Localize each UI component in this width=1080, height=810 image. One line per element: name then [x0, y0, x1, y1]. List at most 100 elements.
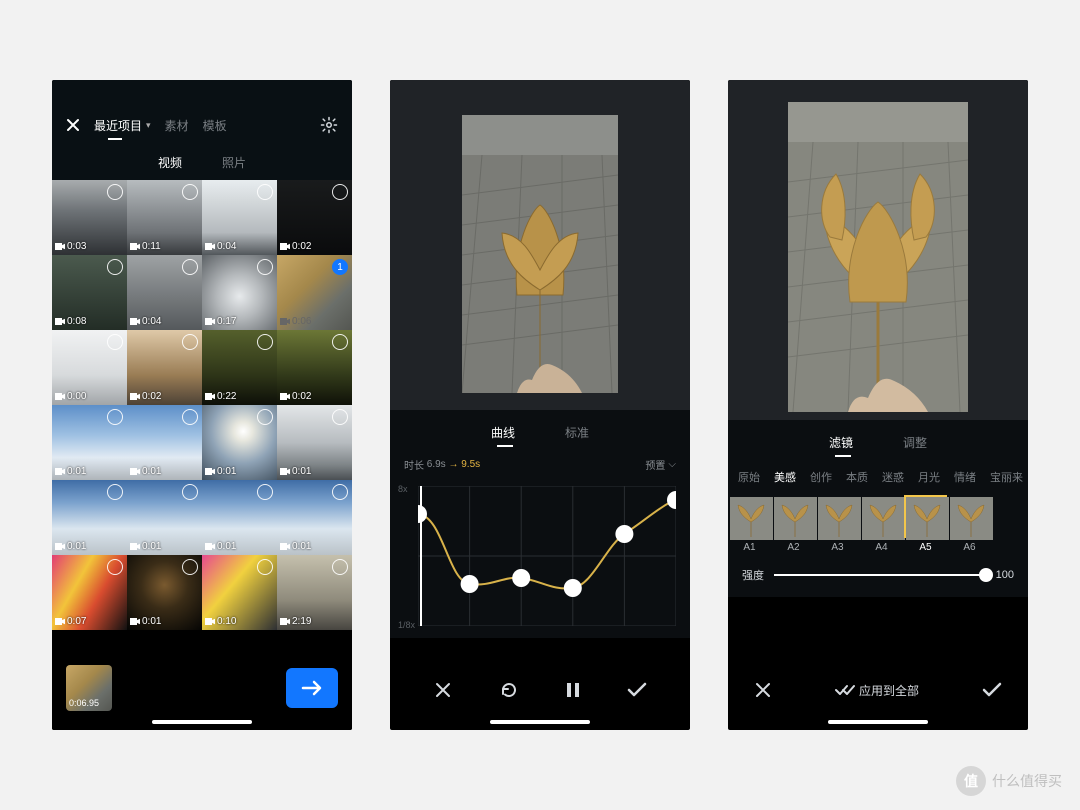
media-cell[interactable]: 0:03: [52, 180, 127, 255]
filter-item[interactable]: A4: [860, 495, 903, 553]
selection-ring[interactable]: [107, 184, 123, 200]
confirm-button[interactable]: [627, 682, 647, 698]
media-cell[interactable]: 2:19: [277, 555, 352, 630]
duration-label: 0:01: [130, 616, 161, 627]
filter-item[interactable]: A2: [772, 495, 815, 553]
selection-ring[interactable]: [332, 409, 348, 425]
media-cell[interactable]: 0:07: [52, 555, 127, 630]
tab-assets[interactable]: 素材: [165, 117, 189, 134]
selection-ring[interactable]: [332, 334, 348, 350]
media-cell[interactable]: 0:00: [52, 330, 127, 405]
selection-ring[interactable]: [182, 484, 198, 500]
filter-category[interactable]: 本质: [846, 469, 868, 485]
intensity-slider[interactable]: [774, 574, 986, 576]
home-indicator: [490, 720, 590, 724]
preset-dropdown[interactable]: 预置 ⌵: [645, 457, 676, 472]
close-icon[interactable]: [66, 118, 80, 132]
selection-ring[interactable]: [107, 484, 123, 500]
media-cell[interactable]: 0:08: [52, 255, 127, 330]
media-cell[interactable]: 0:02: [277, 180, 352, 255]
filter-category[interactable]: 情绪: [954, 469, 976, 485]
media-cell[interactable]: 0:01: [202, 480, 277, 555]
media-cell[interactable]: 0:11: [127, 180, 202, 255]
media-cell[interactable]: 0:01: [127, 405, 202, 480]
media-cell[interactable]: 0:04: [127, 255, 202, 330]
filter-category[interactable]: 月光: [918, 469, 940, 485]
clip-preview[interactable]: [788, 102, 968, 412]
media-cell[interactable]: 0:01: [277, 480, 352, 555]
selection-ring[interactable]: [257, 184, 273, 200]
reset-button[interactable]: [499, 680, 519, 700]
duration-label: 0:01: [280, 466, 311, 477]
media-cell[interactable]: 0:02: [277, 330, 352, 405]
selection-ring[interactable]: [107, 409, 123, 425]
pause-button[interactable]: [566, 682, 580, 698]
media-cell[interactable]: 0:17: [202, 255, 277, 330]
gear-icon[interactable]: [320, 116, 338, 134]
confirm-button[interactable]: [982, 682, 1002, 698]
selection-ring[interactable]: [257, 334, 273, 350]
selection-ring[interactable]: [182, 334, 198, 350]
media-cell[interactable]: 10:06: [277, 255, 352, 330]
media-cell[interactable]: 0:02: [127, 330, 202, 405]
media-cell[interactable]: 0:22: [202, 330, 277, 405]
speed-curve-chart[interactable]: 8x 1/8x: [390, 478, 690, 638]
filter-item[interactable]: A6: [948, 495, 991, 553]
selection-ring[interactable]: [257, 409, 273, 425]
tab-adjust[interactable]: 调整: [903, 434, 927, 451]
media-cell[interactable]: 0:01: [277, 405, 352, 480]
tab-filter[interactable]: 滤镜: [829, 434, 853, 451]
selection-ring[interactable]: [257, 259, 273, 275]
selection-ring[interactable]: [182, 184, 198, 200]
duration-label: 0:07: [55, 616, 86, 627]
media-cell[interactable]: 0:10: [202, 555, 277, 630]
subtab-video[interactable]: 视频: [158, 154, 182, 171]
selection-ring[interactable]: [182, 259, 198, 275]
subtab-photo[interactable]: 照片: [222, 154, 246, 171]
slider-knob[interactable]: [979, 568, 993, 582]
cancel-button[interactable]: [754, 681, 772, 699]
selection-badge[interactable]: 1: [332, 259, 348, 275]
filter-category[interactable]: 迷惑: [882, 469, 904, 485]
filter-category[interactable]: 原始: [738, 469, 760, 485]
filter-item[interactable]: A3: [816, 495, 859, 553]
selected-thumb[interactable]: 0:06.95: [66, 665, 112, 711]
next-button[interactable]: [286, 668, 338, 708]
video-icon: [55, 318, 65, 325]
selection-ring[interactable]: [182, 559, 198, 575]
media-cell[interactable]: 0:01: [52, 405, 127, 480]
apply-all-button[interactable]: 应用到全部: [835, 682, 919, 699]
selection-ring[interactable]: [182, 409, 198, 425]
selection-ring[interactable]: [257, 484, 273, 500]
filter-label: A3: [816, 542, 859, 553]
filter-strip[interactable]: A1A2A3A4A5A6: [728, 495, 1028, 553]
filter-category[interactable]: 宝丽来: [990, 469, 1023, 485]
media-cell[interactable]: 0:01: [52, 480, 127, 555]
selection-ring[interactable]: [332, 184, 348, 200]
tab-standard[interactable]: 标准: [565, 424, 589, 441]
selection-ring[interactable]: [107, 559, 123, 575]
intensity-label: 强度: [742, 567, 764, 583]
cancel-button[interactable]: [434, 681, 452, 699]
selection-ring[interactable]: [107, 259, 123, 275]
selection-ring[interactable]: [107, 334, 123, 350]
filter-item[interactable]: A5: [904, 495, 947, 553]
video-icon: [130, 543, 140, 550]
filter-category[interactable]: 美感: [774, 469, 796, 485]
media-cell[interactable]: 0:04: [202, 180, 277, 255]
selection-ring[interactable]: [332, 559, 348, 575]
filter-categories[interactable]: 原始美感创作本质迷惑月光情绪宝丽来: [728, 461, 1028, 495]
selection-ring[interactable]: [257, 559, 273, 575]
tab-curve[interactable]: 曲线: [491, 424, 515, 441]
media-cell[interactable]: 0:01: [127, 555, 202, 630]
tab-templates[interactable]: 模板: [203, 117, 227, 134]
filter-item[interactable]: A1: [728, 495, 771, 553]
media-cell[interactable]: 0:01: [202, 405, 277, 480]
duration-label: 0:03: [55, 241, 86, 252]
media-cell[interactable]: 0:01: [127, 480, 202, 555]
selection-ring[interactable]: [332, 484, 348, 500]
filter-category[interactable]: 创作: [810, 469, 832, 485]
filter-thumb: [816, 495, 859, 538]
tab-recent[interactable]: 最近项目: [94, 117, 142, 134]
clip-preview[interactable]: [462, 115, 618, 393]
